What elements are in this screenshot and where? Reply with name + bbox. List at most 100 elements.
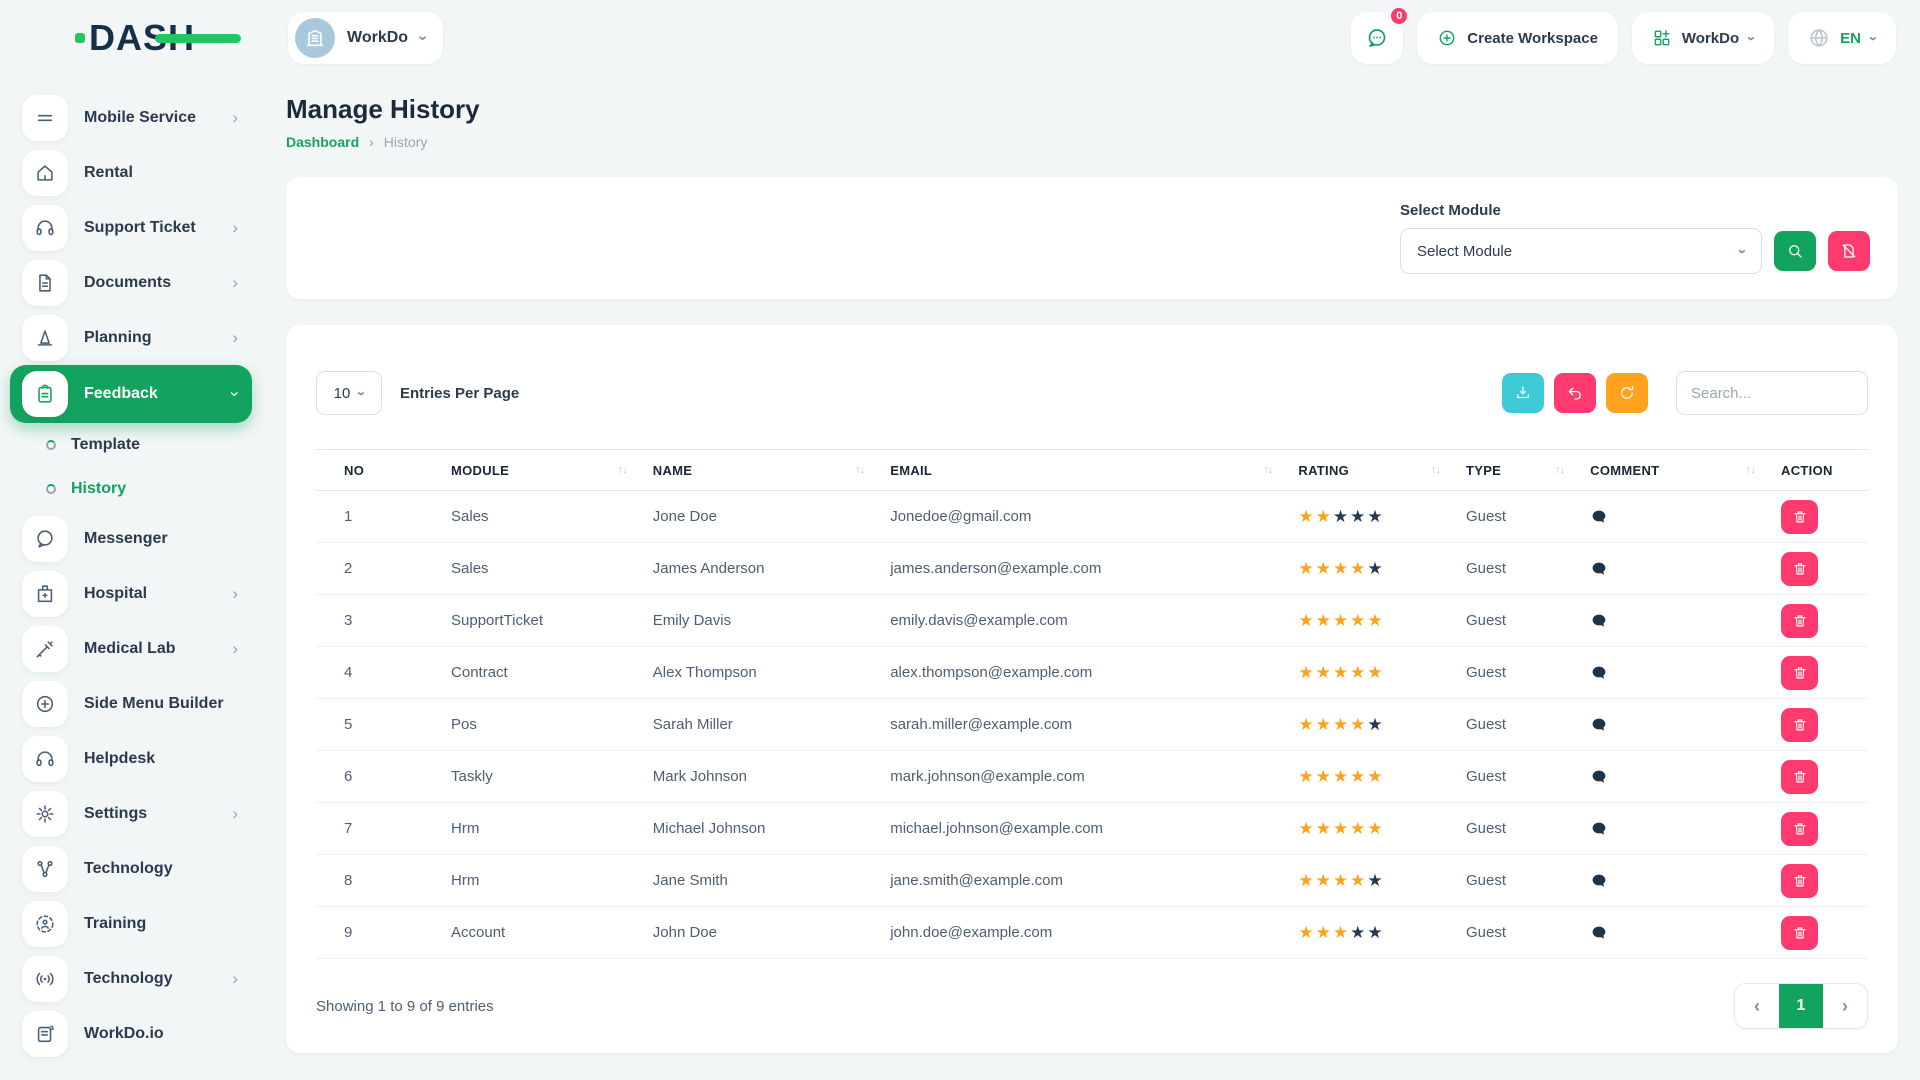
delete-button[interactable] — [1781, 864, 1818, 898]
delete-button[interactable] — [1781, 760, 1818, 794]
star-icon: ★ — [1333, 507, 1350, 526]
comment-button[interactable] — [1590, 924, 1608, 942]
prev-page-button[interactable]: ‹ — [1735, 984, 1779, 1028]
delete-button[interactable] — [1781, 708, 1818, 742]
messages-button[interactable]: 0 — [1351, 12, 1403, 64]
sidebar-item-planning[interactable]: Planning › — [10, 310, 252, 365]
undo-icon — [1566, 384, 1584, 402]
create-workspace-button[interactable]: Create Workspace — [1417, 12, 1618, 64]
page-1-button[interactable]: 1 — [1779, 984, 1823, 1028]
column-header-rating[interactable]: RATING ↑↓ — [1298, 463, 1466, 478]
table-actions — [1502, 371, 1868, 415]
sidebar-item-technology[interactable]: Technology › — [10, 951, 252, 1006]
create-workspace-label: Create Workspace — [1467, 30, 1598, 47]
dash-logo[interactable]: DASH — [75, 17, 195, 59]
delete-button[interactable] — [1781, 500, 1818, 534]
sidebar-item-workdo-io[interactable]: WorkDo.io — [10, 1006, 252, 1061]
sidebar-item-medical-lab[interactable]: Medical Lab › — [10, 621, 252, 676]
next-page-button[interactable]: › — [1823, 984, 1867, 1028]
comment-button[interactable] — [1590, 820, 1608, 838]
sidebar-item-side-menu-builder[interactable]: Side Menu Builder — [10, 676, 252, 731]
star-icon: ★ — [1316, 507, 1333, 526]
sidebar-item-documents[interactable]: Documents › — [10, 255, 252, 310]
sort-icon[interactable]: ↑↓ — [1746, 464, 1755, 476]
comment-button[interactable] — [1590, 664, 1608, 682]
star-icon: ★ — [1350, 611, 1367, 630]
delete-button[interactable] — [1781, 656, 1818, 690]
trash-icon — [1792, 769, 1808, 785]
sidebar-item-settings[interactable]: Settings › — [10, 786, 252, 841]
column-header-module[interactable]: MODULE↑↓ — [451, 463, 653, 478]
sidebar-item-template[interactable]: Template — [0, 423, 270, 467]
sort-icon[interactable]: ↑↓ — [855, 464, 864, 476]
column-header-type[interactable]: TYPE↑↓ — [1466, 463, 1590, 478]
delete-button[interactable] — [1781, 812, 1818, 846]
comment-button[interactable] — [1590, 612, 1608, 630]
sort-icon[interactable]: ↑↓ — [1555, 464, 1564, 476]
sidebar-item-mobile-service[interactable]: Mobile Service › — [10, 90, 252, 145]
comment-button[interactable] — [1590, 560, 1608, 578]
star-icon: ★ — [1367, 663, 1384, 682]
delete-button[interactable] — [1781, 916, 1818, 950]
sidebar-item-support-ticket[interactable]: Support Ticket › — [10, 200, 252, 255]
column-header-comment[interactable]: COMMENT↑↓ — [1590, 463, 1781, 478]
sidebar-nav: Mobile Service › Rental Support Ticket ›… — [0, 90, 270, 1061]
sidebar-item-rental[interactable]: Rental — [10, 145, 252, 200]
star-icon: ★ — [1367, 507, 1384, 526]
comment-button[interactable] — [1590, 768, 1608, 786]
clipboard-icon — [34, 383, 56, 405]
sidebar-item-technology[interactable]: Technology — [10, 841, 252, 896]
sort-icon[interactable]: ↑↓ — [1263, 464, 1272, 476]
cell-no: 7 — [316, 820, 451, 837]
delete-button[interactable] — [1781, 552, 1818, 586]
comment-button[interactable] — [1590, 716, 1608, 734]
workspace-selector[interactable]: WorkDo › — [288, 12, 443, 64]
cell-name: Alex Thompson — [653, 664, 890, 681]
pagination: ‹ 1 › — [1734, 983, 1868, 1029]
cell-name: Sarah Miller — [653, 716, 890, 733]
star-icon: ★ — [1367, 923, 1384, 942]
column-header-email[interactable]: EMAIL↑↓ — [890, 463, 1298, 478]
sidebar-item-helpdesk[interactable]: Helpdesk — [10, 731, 252, 786]
cell-comment — [1590, 560, 1781, 578]
star-icon: ★ — [1333, 871, 1350, 890]
breadcrumb-dashboard-link[interactable]: Dashboard — [286, 134, 359, 150]
column-header-action: ACTION — [1781, 463, 1868, 478]
cell-no: 3 — [316, 612, 451, 629]
star-icon: ★ — [1350, 767, 1367, 786]
chevron-right-icon: › — [369, 134, 374, 150]
language-selector[interactable]: EN › — [1788, 12, 1896, 64]
trash-icon — [1792, 665, 1808, 681]
star-icon: ★ — [1298, 507, 1315, 526]
sort-icon[interactable]: ↑↓ — [618, 464, 627, 476]
sidebar-item-hospital[interactable]: Hospital › — [10, 566, 252, 621]
cell-no: 6 — [316, 768, 451, 785]
module-select[interactable]: Select Module › — [1400, 228, 1762, 274]
undo-button[interactable] — [1554, 373, 1596, 413]
refresh-button[interactable] — [1606, 373, 1648, 413]
sidebar-item-training[interactable]: Training — [10, 896, 252, 951]
chevron-down-icon: › — [1743, 36, 1760, 41]
table-card: 10 › Entries Per Page NOMODULE↑↓NAME↑↓EM… — [286, 325, 1898, 1053]
cell-comment — [1590, 872, 1781, 890]
search-submit-button[interactable] — [1774, 231, 1816, 271]
delete-button[interactable] — [1781, 604, 1818, 638]
column-header-label: RATING — [1298, 463, 1349, 478]
sidebar-item-feedback[interactable]: Feedback › — [10, 365, 252, 423]
column-header-name[interactable]: NAME↑↓ — [653, 463, 890, 478]
app-switcher-button[interactable]: WorkDo › — [1632, 12, 1774, 64]
export-button[interactable] — [1502, 373, 1544, 413]
page-size-select[interactable]: 10 › — [316, 371, 382, 415]
sidebar-item-history[interactable]: History — [0, 467, 270, 511]
sort-icon[interactable]: ↑↓ — [1431, 464, 1440, 476]
chevron-right-icon: › — [232, 584, 238, 604]
breadcrumb: Dashboard › History — [286, 134, 1898, 150]
star-icon: ★ — [1333, 767, 1350, 786]
sidebar-item-messenger[interactable]: Messenger — [10, 511, 252, 566]
star-icon: ★ — [1333, 663, 1350, 682]
clear-filter-button[interactable] — [1828, 231, 1870, 271]
table-search-input[interactable] — [1676, 371, 1868, 415]
comment-button[interactable] — [1590, 872, 1608, 890]
comment-button[interactable] — [1590, 508, 1608, 526]
table-controls: 10 › Entries Per Page — [316, 371, 1868, 415]
